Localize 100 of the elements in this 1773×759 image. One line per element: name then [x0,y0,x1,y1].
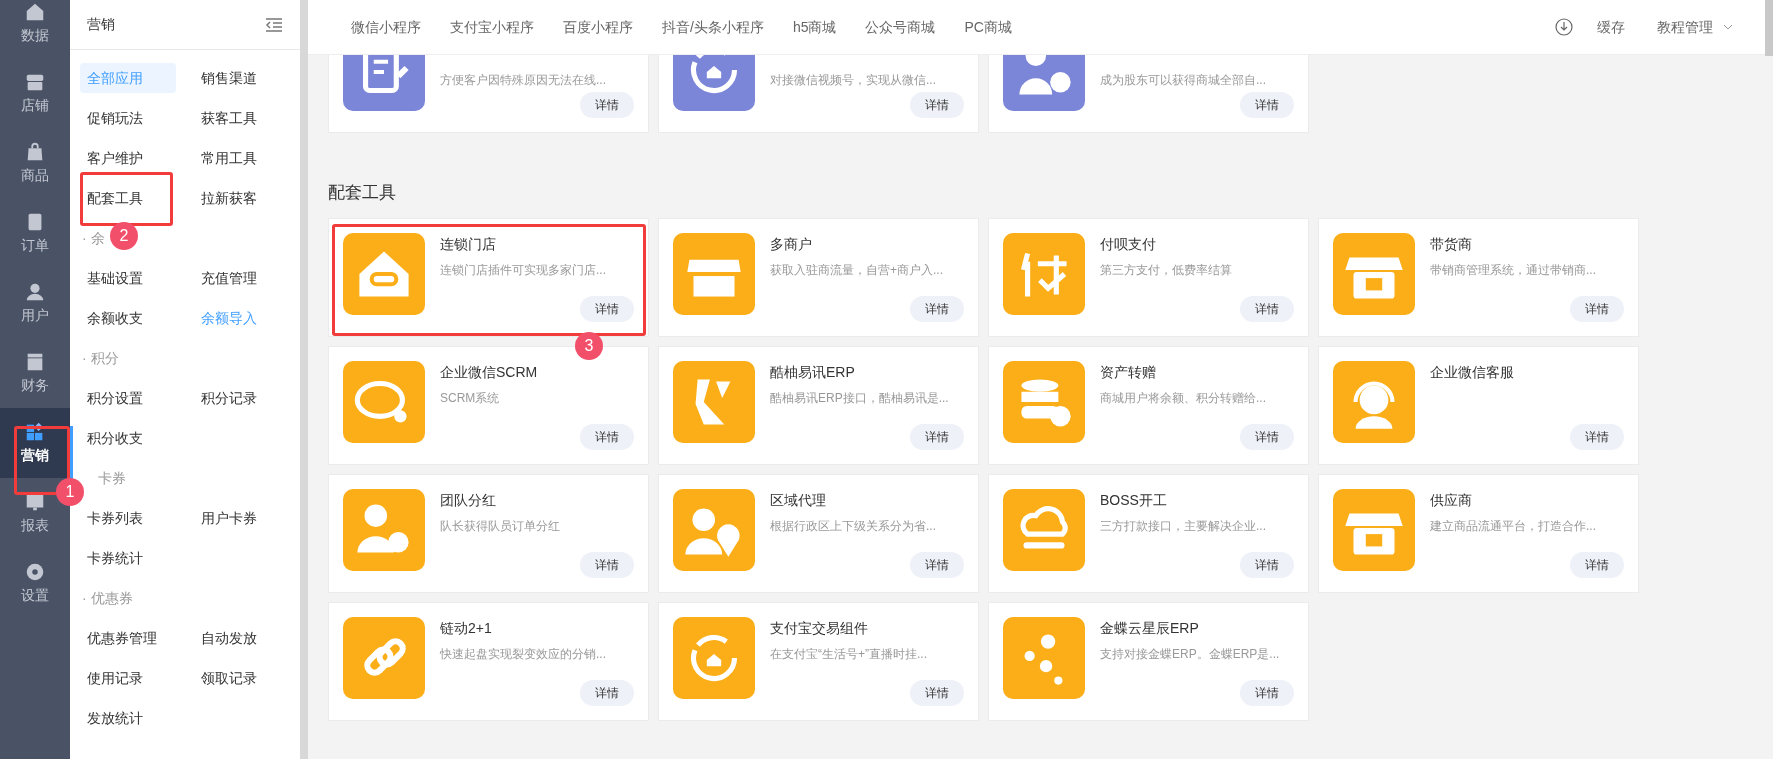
details-button[interactable]: 详情 [1240,424,1294,450]
details-button[interactable]: 详情 [580,424,634,450]
app-description: 根据行政区上下级关系分为省... [770,518,936,535]
menu-item[interactable]: 基础设置 [80,263,176,293]
nav-tab[interactable]: 百度小程序 [563,16,633,38]
nav-tab[interactable]: PC商城 [964,16,1012,38]
scrollbar[interactable] [1765,0,1773,56]
rail-item[interactable]: 财务 [0,338,70,408]
menu-item[interactable]: 常用工具 [194,143,290,173]
menu-item[interactable]: 卡券统计 [80,543,176,573]
app-card[interactable]: 连锁门店 连锁门店插件可实现多家门店... 详情 [328,218,649,337]
details-button[interactable]: 详情 [580,680,634,706]
app-title: 金蝶云星辰ERP [1100,619,1200,638]
nav-tab[interactable]: 公众号商城 [865,16,936,38]
rail-item[interactable]: 数据 [0,0,70,58]
cache-link[interactable]: 缓存 [1597,16,1625,38]
menu-item[interactable]: 积分记录 [194,383,290,413]
menu-item[interactable]: 积分收支 [80,423,176,453]
app-description: 带销商管理系统，通过带销商... [1430,262,1596,279]
rail-item[interactable]: 订单 [0,198,70,268]
details-button[interactable]: 详情 [580,92,634,118]
menu-item[interactable]: 销售渠道 [194,63,290,93]
menu-item[interactable]: 用户卡券 [194,503,290,533]
app-card[interactable]: 酷柚易讯ERP 酷柚易讯ERP接口，酷柚易讯是... 详情 [658,346,979,465]
rail-item[interactable]: 用户 [0,268,70,338]
chevron-down-icon[interactable] [1723,24,1733,30]
app-card[interactable]: 团队分红 队长获得队员订单分红 详情 [328,474,649,593]
menu-item[interactable]: 充值管理 [194,263,290,293]
app-description: 第三方支付，低费率结算 [1100,262,1232,279]
details-button[interactable]: 详情 [910,680,964,706]
menu-item[interactable]: 发放统计 [80,703,176,733]
app-description: 获取入驻商流量，自营+商户入... [770,262,943,279]
download-icon[interactable] [1555,18,1573,36]
menu-item[interactable]: 卡券列表 [80,503,176,533]
menu-item[interactable]: 余额收支 [80,303,176,333]
app-card[interactable]: 多商户 获取入驻商流量，自营+商户入... 详情 [658,218,979,337]
app-description: 方便客户因特殊原因无法在线... [440,72,606,89]
details-button[interactable]: 详情 [580,296,634,322]
scrollbar[interactable] [300,0,308,759]
app-description: 三方打款接口，主要解决企业... [1100,518,1266,535]
app-description: 支持对接金蝶ERP。金蝶ERP是... [1100,646,1280,663]
menu-item[interactable]: 配套工具 [80,183,176,213]
app-title: 企业微信客服 [1430,363,1514,382]
nav-tab[interactable]: 微信小程序 [351,16,421,38]
app-card[interactable]: BOSS开工 三方打款接口，主要解决企业... 详情 [988,474,1309,593]
nav-tab[interactable]: 支付宝小程序 [450,16,534,38]
app-description: 在支付宝“生活号+”直播时挂... [770,646,927,663]
app-card[interactable]: 供应商 建立商品流通平台，打造合作... 详情 [1318,474,1639,593]
app-card[interactable]: 资产转赠 商城用户将余额、积分转赠给... 详情 [988,346,1309,465]
menu-item[interactable]: 领取记录 [194,663,290,693]
menu-item[interactable]: 自动发放 [194,623,290,653]
app-title: 付呗支付 [1100,235,1157,254]
app-card[interactable]: 区域代理 根据行政区上下级关系分为省... 详情 [658,474,979,593]
menu-title: 营销 [87,15,115,34]
app-title: 链动2+1 [440,619,493,638]
rail-item[interactable]: 设置 [0,548,70,618]
app-card[interactable]: 企业微信客服 详情 [1318,346,1639,465]
tutorial-menu[interactable]: 教程管理 [1657,16,1713,38]
details-button[interactable]: 详情 [1570,424,1624,450]
app-description: 队长获得队员订单分红 [440,518,560,535]
app-title: 多商户 [770,235,813,254]
nav-tab[interactable]: 抖音/头条小程序 [662,16,764,38]
menu-item[interactable]: 使用记录 [80,663,176,693]
menu-item[interactable]: 积分设置 [80,383,176,413]
app-card[interactable]: 方便客户因特殊原因无法在线... 详情 [328,55,649,133]
menu-item[interactable]: 客户维护 [80,143,176,173]
app-title: BOSS开工 [1100,491,1168,510]
rail-item[interactable]: 营销 [0,408,70,478]
rail-item[interactable]: 店铺 [0,58,70,128]
section-title: 配套工具 [328,183,397,203]
app-card[interactable]: 链动2+1 快速起盘实现裂变效应的分销... 详情 [328,602,649,721]
app-card[interactable]: 对接微信视频号，实现从微信... 详情 [658,55,979,133]
details-button[interactable]: 详情 [910,424,964,450]
app-description: 对接微信视频号，实现从微信... [770,72,936,89]
details-button[interactable]: 详情 [1240,680,1294,706]
app-card[interactable]: 带货商 带销商管理系统，通过带销商... 详情 [1318,218,1639,337]
app-card[interactable]: 金蝶云星辰ERP 支持对接金蝶ERP。金蝶ERP是... 详情 [988,602,1309,721]
rail-item[interactable]: 商品 [0,128,70,198]
menu-item[interactable]: 拉新获客 [194,183,290,213]
app-description: SCRM系统 [440,390,501,407]
app-card[interactable]: 成为股东可以获得商城全部自... 详情 [988,55,1309,133]
app-title: 支付宝交易组件 [770,619,869,638]
app-card[interactable]: 支付宝交易组件 在支付宝“生活号+”直播时挂... 详情 [658,602,979,721]
details-button[interactable]: 详情 [1570,552,1624,578]
details-button[interactable]: 详情 [1240,296,1294,322]
details-button[interactable]: 详情 [1240,92,1294,118]
menu-item[interactable]: 获客工具 [194,103,290,133]
app-card[interactable]: 付呗支付 第三方支付，低费率结算 详情 [988,218,1309,337]
details-button[interactable]: 详情 [580,552,634,578]
details-button[interactable]: 详情 [910,296,964,322]
collapse-icon[interactable] [265,16,283,33]
details-button[interactable]: 详情 [1240,552,1294,578]
nav-tab[interactable]: h5商城 [792,16,837,38]
app-title: 连锁门店 [440,235,497,254]
details-button[interactable]: 详情 [1570,296,1624,322]
menu-item[interactable]: 促销玩法 [80,103,176,133]
details-button[interactable]: 详情 [910,552,964,578]
menu-item[interactable]: 优惠券管理 [80,623,176,653]
details-button[interactable]: 详情 [910,92,964,118]
app-title: 团队分红 [440,491,497,510]
